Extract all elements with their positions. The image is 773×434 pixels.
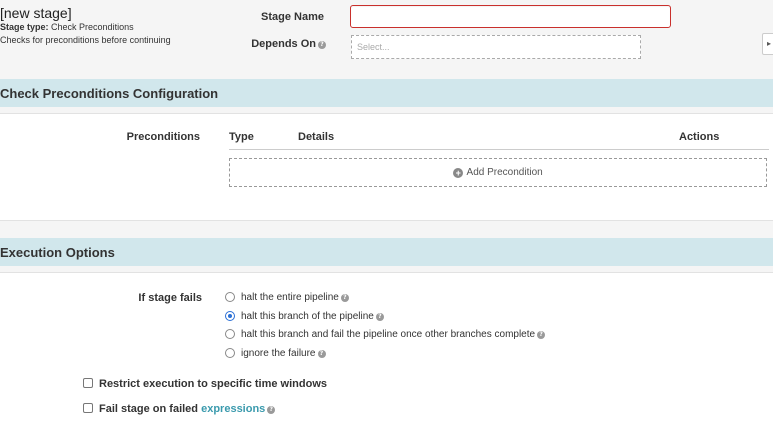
help-icon[interactable]: ? (537, 331, 546, 339)
radio-halt-branch-fail-pipeline[interactable]: halt this branch and fail the pipeline o… (225, 329, 546, 343)
stage-type-value: Check Preconditions (51, 22, 134, 32)
radio-label: halt this branch of the pipeline (241, 311, 374, 322)
preconditions-label: Preconditions (126, 131, 200, 143)
radio-label: ignore the failure (241, 348, 316, 359)
fail-on-expressions-checkbox[interactable]: Fail stage on failed expressions? (83, 403, 276, 415)
stage-name-input[interactable] (350, 5, 671, 28)
radio-halt-branch[interactable]: halt this branch of the pipeline? (225, 311, 384, 325)
section-execution-title: Execution Options (0, 238, 773, 266)
depends-on-select[interactable]: Select... (351, 35, 641, 59)
restrict-time-windows-checkbox[interactable]: Restrict execution to specific time wind… (83, 378, 327, 390)
stage-type: Stage type: Check Preconditions (0, 22, 134, 32)
if-stage-fails-label: If stage fails (138, 292, 202, 304)
radio-label: halt this branch and fail the pipeline o… (241, 329, 536, 340)
radio-button[interactable] (225, 348, 235, 358)
radio-button[interactable] (225, 292, 235, 302)
add-precondition-button[interactable]: + Add Precondition (229, 158, 767, 187)
column-details: Details (298, 131, 335, 143)
help-icon[interactable]: ? (317, 350, 326, 358)
table-header-divider (229, 149, 769, 150)
expressions-link[interactable]: expressions (201, 403, 265, 415)
radio-ignore-failure[interactable]: ignore the failure? (225, 348, 326, 362)
help-icon[interactable]: ? (318, 41, 326, 49)
column-type: Type (229, 131, 254, 143)
restrict-label: Restrict execution to specific time wind… (99, 378, 327, 390)
help-icon[interactable]: ? (340, 294, 349, 302)
stage-title: [new stage] (0, 5, 72, 21)
checkbox[interactable] (83, 403, 93, 413)
radio-button[interactable] (225, 329, 235, 339)
stage-name-label: Stage Name (261, 11, 324, 23)
depends-on-label-text: Depends On (251, 38, 316, 50)
add-precondition-label: Add Precondition (466, 167, 543, 178)
help-icon[interactable]: ? (267, 406, 276, 414)
checkbox[interactable] (83, 378, 93, 388)
radio-button-selected[interactable] (225, 311, 235, 321)
column-actions: Actions (679, 131, 720, 143)
edge-button[interactable]: ▸ (762, 33, 773, 55)
fail-stage-label: Fail stage on failed (99, 403, 199, 415)
stage-header: [new stage] Stage type: Check Preconditi… (0, 0, 773, 78)
help-icon[interactable]: ? (375, 313, 384, 321)
radio-label: halt the entire pipeline (241, 292, 339, 303)
radio-halt-pipeline[interactable]: halt the entire pipeline? (225, 292, 349, 306)
plus-circle-icon: + (453, 168, 464, 178)
section-preconditions-title: Check Preconditions Configuration (0, 79, 773, 107)
stage-description: Checks for preconditions before continui… (0, 35, 171, 45)
stage-type-label: Stage type: (0, 22, 49, 32)
depends-on-label: Depends On? (226, 38, 326, 50)
